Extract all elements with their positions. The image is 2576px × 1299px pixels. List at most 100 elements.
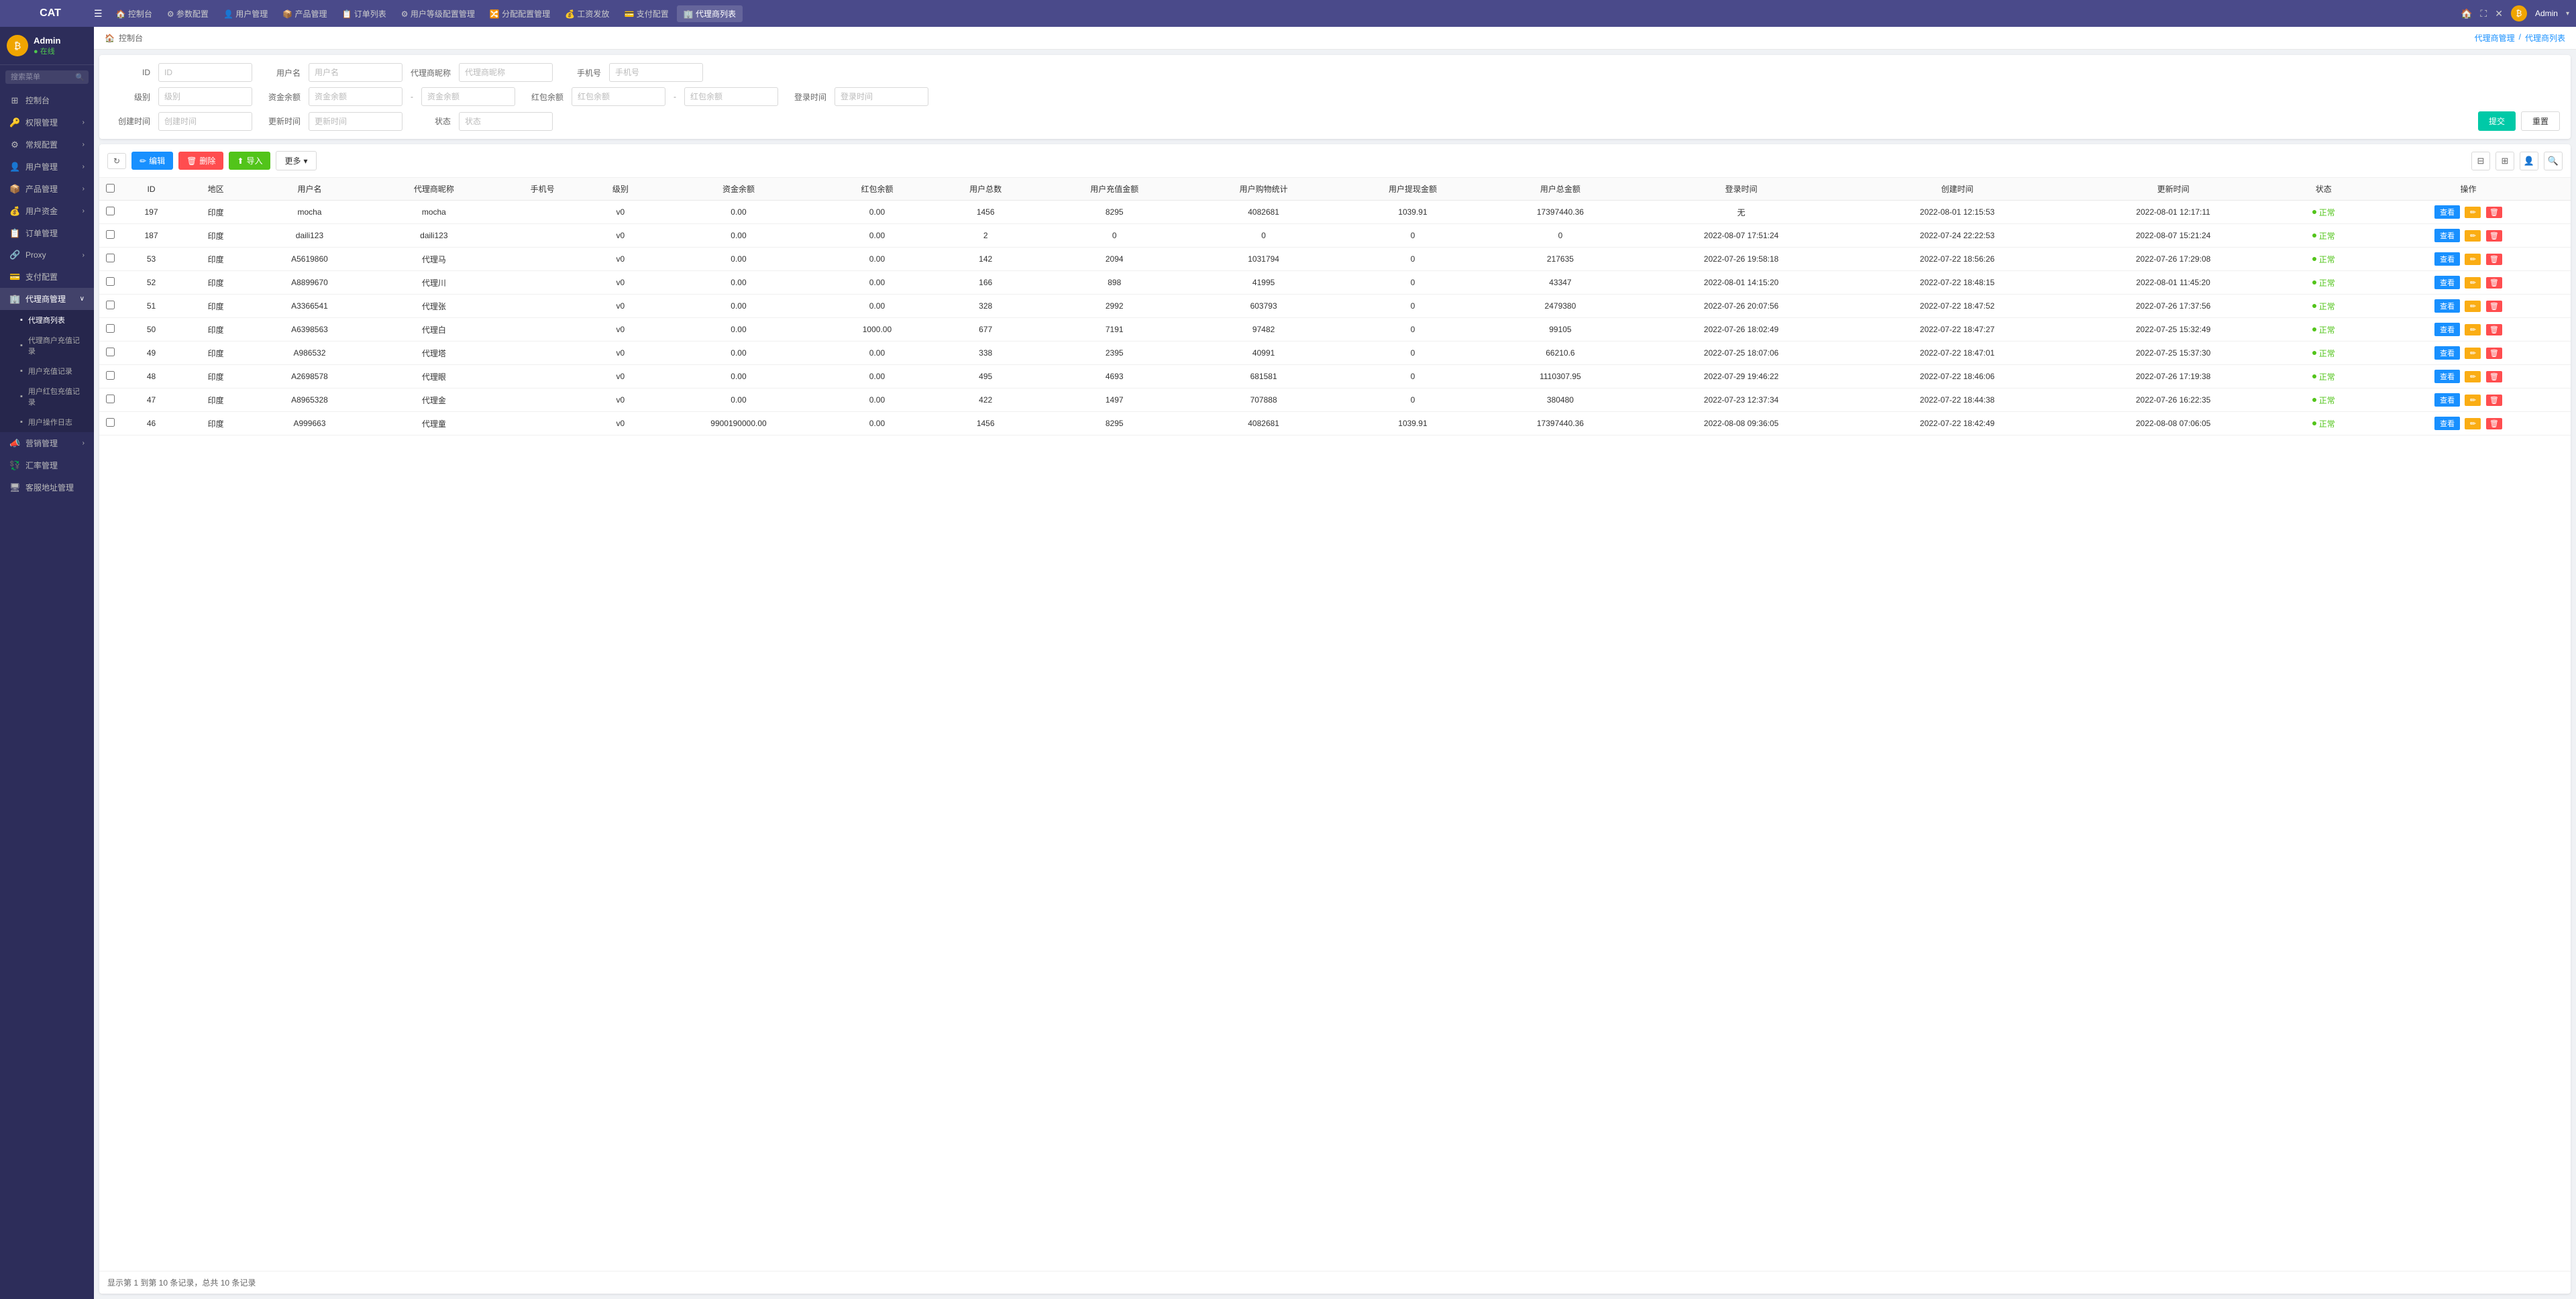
top-nav-item[interactable]: ⚙ 用户等级配置管理 [394, 5, 482, 22]
filter-input-username[interactable] [309, 63, 402, 82]
detail-button[interactable]: 查看 [2434, 299, 2460, 313]
filter-input-update-time[interactable] [309, 112, 402, 131]
sidebar-item-order-mgmt[interactable]: 📋 订单管理 [0, 222, 94, 244]
menu-toggle-icon[interactable]: ☰ [94, 8, 103, 19]
edit-row-button[interactable]: ✏ [2465, 348, 2481, 359]
detail-button[interactable]: 查看 [2434, 252, 2460, 266]
user-dropdown-icon[interactable]: ▾ [2566, 10, 2569, 17]
sidebar-item-user-redpacket[interactable]: ▪ 用户红包充值记录 [0, 381, 94, 412]
delete-button[interactable]: 🗑 删除 [178, 152, 223, 170]
edit-row-button[interactable]: ✏ [2465, 254, 2481, 265]
top-nav-item[interactable]: 🏢 代理商列表 [677, 5, 743, 22]
filter-reset-button[interactable]: 重置 [2521, 111, 2560, 131]
delete-row-button[interactable]: 🗑 [2486, 395, 2502, 406]
sidebar-item-server-mgmt[interactable]: 🖥 客服地址管理 [0, 476, 94, 499]
sidebar-item-user-op-logs[interactable]: ▪ 用户操作日志 [0, 412, 94, 432]
edit-row-button[interactable]: ✏ [2465, 277, 2481, 289]
delete-row-button[interactable]: 🗑 [2486, 301, 2502, 312]
row-checkbox[interactable] [106, 207, 115, 215]
row-checkbox[interactable] [106, 230, 115, 239]
filter-input-create-time[interactable] [158, 112, 252, 131]
filter-row-3: 创建时间 更新时间 状态 提交 重置 [110, 111, 2560, 131]
sidebar-item-normal-config[interactable]: ⚙ 常规配置 › [0, 134, 94, 156]
sidebar-item-agent-user-charge[interactable]: ▪ 代理商户充值记录 [0, 330, 94, 361]
delete-row-button[interactable]: 🗑 [2486, 348, 2502, 359]
filter-input-redpacket-min[interactable] [572, 87, 665, 106]
detail-button[interactable]: 查看 [2434, 417, 2460, 430]
row-checkbox[interactable] [106, 301, 115, 309]
delete-row-button[interactable]: 🗑 [2486, 371, 2502, 382]
sidebar-item-payment[interactable]: 💳 支付配置 [0, 266, 94, 288]
row-checkbox[interactable] [106, 418, 115, 427]
delete-row-button[interactable]: 🗑 [2486, 277, 2502, 289]
sidebar-item-agent-mgmt[interactable]: 🏢 代理商管理 ∨ [0, 288, 94, 310]
row-checkbox[interactable] [106, 395, 115, 403]
sidebar-item-product-mgmt[interactable]: 📦 产品管理 › [0, 178, 94, 200]
top-nav-item[interactable]: 💳 支付配置 [617, 5, 675, 22]
table-search-button[interactable]: 🔍 [2544, 152, 2563, 170]
detail-button[interactable]: 查看 [2434, 346, 2460, 360]
delete-row-button[interactable]: 🗑 [2486, 254, 2502, 265]
top-nav-item[interactable]: 📦 产品管理 [276, 5, 333, 22]
sidebar-item-proxy[interactable]: 🔗 Proxy › [0, 244, 94, 266]
home-nav-icon[interactable]: 🏠 [2461, 8, 2472, 19]
delete-row-button[interactable]: 🗑 [2486, 324, 2502, 335]
filter-input-balance-min[interactable] [309, 87, 402, 106]
detail-button[interactable]: 查看 [2434, 229, 2460, 242]
filter-input-balance-max[interactable] [421, 87, 515, 106]
top-nav-item[interactable]: 👤 用户管理 [217, 5, 274, 22]
sidebar-item-permission[interactable]: 🔑 权限管理 › [0, 111, 94, 134]
refresh-button[interactable]: ↻ [107, 153, 126, 169]
sidebar-item-user-mgmt[interactable]: 👤 用户管理 › [0, 156, 94, 178]
filter-input-level[interactable] [158, 87, 252, 106]
top-nav-item[interactable]: 💰 工资发放 [558, 5, 616, 22]
edit-row-button[interactable]: ✏ [2465, 301, 2481, 312]
delete-row-button[interactable]: 🗑 [2486, 207, 2502, 218]
filter-input-redpacket-max[interactable] [684, 87, 778, 106]
edit-row-button[interactable]: ✏ [2465, 207, 2481, 218]
filter-input-status[interactable] [459, 112, 553, 131]
top-nav-item[interactable]: ⚙ 参数配置 [160, 5, 215, 22]
filter-input-id[interactable] [158, 63, 252, 82]
filter-input-login-time[interactable] [835, 87, 928, 106]
sidebar-item-user-charge-records[interactable]: ▪ 用户充值记录 [0, 361, 94, 381]
sidebar-item-user-funds[interactable]: 💰 用户资金 › [0, 200, 94, 222]
column-settings-button[interactable]: 👤 [2520, 152, 2538, 170]
delete-row-button[interactable]: 🗑 [2486, 230, 2502, 242]
filter-input-agent-name[interactable] [459, 63, 553, 82]
edit-row-button[interactable]: ✏ [2465, 418, 2481, 429]
row-checkbox[interactable] [106, 324, 115, 333]
close-nav-icon[interactable]: ✕ [2495, 8, 2503, 19]
sidebar-item-dashboard[interactable]: ⊞ 控制台 [0, 89, 94, 111]
edit-button[interactable]: ✏ 编辑 [131, 152, 173, 170]
sidebar-item-marketing[interactable]: 📣 营销管理 › [0, 432, 94, 454]
row-checkbox[interactable] [106, 254, 115, 262]
detail-button[interactable]: 查看 [2434, 323, 2460, 336]
select-all-checkbox[interactable] [106, 184, 115, 193]
detail-button[interactable]: 查看 [2434, 370, 2460, 383]
more-button[interactable]: 更多 ▾ [276, 151, 316, 170]
filter-input-phone[interactable] [609, 63, 703, 82]
detail-button[interactable]: 查看 [2434, 393, 2460, 407]
top-nav-item[interactable]: 📋 订单列表 [335, 5, 393, 22]
edit-row-button[interactable]: ✏ [2465, 324, 2481, 335]
sidebar-item-exchange-rate[interactable]: 💱 汇率管理 [0, 454, 94, 476]
detail-button[interactable]: 查看 [2434, 276, 2460, 289]
table-view-button[interactable]: ⊟ [2471, 152, 2490, 170]
filter-submit-button[interactable]: 提交 [2478, 111, 2516, 131]
top-nav-item[interactable]: 🔀 分配配置管理 [483, 5, 557, 22]
row-checkbox[interactable] [106, 277, 115, 286]
edit-row-button[interactable]: ✏ [2465, 230, 2481, 242]
td-shopping: 681581 [1189, 365, 1338, 388]
detail-button[interactable]: 查看 [2434, 205, 2460, 219]
edit-row-button[interactable]: ✏ [2465, 371, 2481, 382]
row-checkbox[interactable] [106, 348, 115, 356]
row-checkbox[interactable] [106, 371, 115, 380]
edit-row-button[interactable]: ✏ [2465, 395, 2481, 406]
fullscreen-icon[interactable]: ⛶ [2480, 8, 2487, 19]
import-button[interactable]: ⬆ 导入 [229, 152, 270, 170]
grid-view-button[interactable]: ⊞ [2496, 152, 2514, 170]
delete-row-button[interactable]: 🗑 [2486, 418, 2502, 429]
top-nav-item[interactable]: 🏠 控制台 [109, 5, 159, 22]
sidebar-item-agent-list[interactable]: ▪ 代理商列表 [0, 310, 94, 330]
